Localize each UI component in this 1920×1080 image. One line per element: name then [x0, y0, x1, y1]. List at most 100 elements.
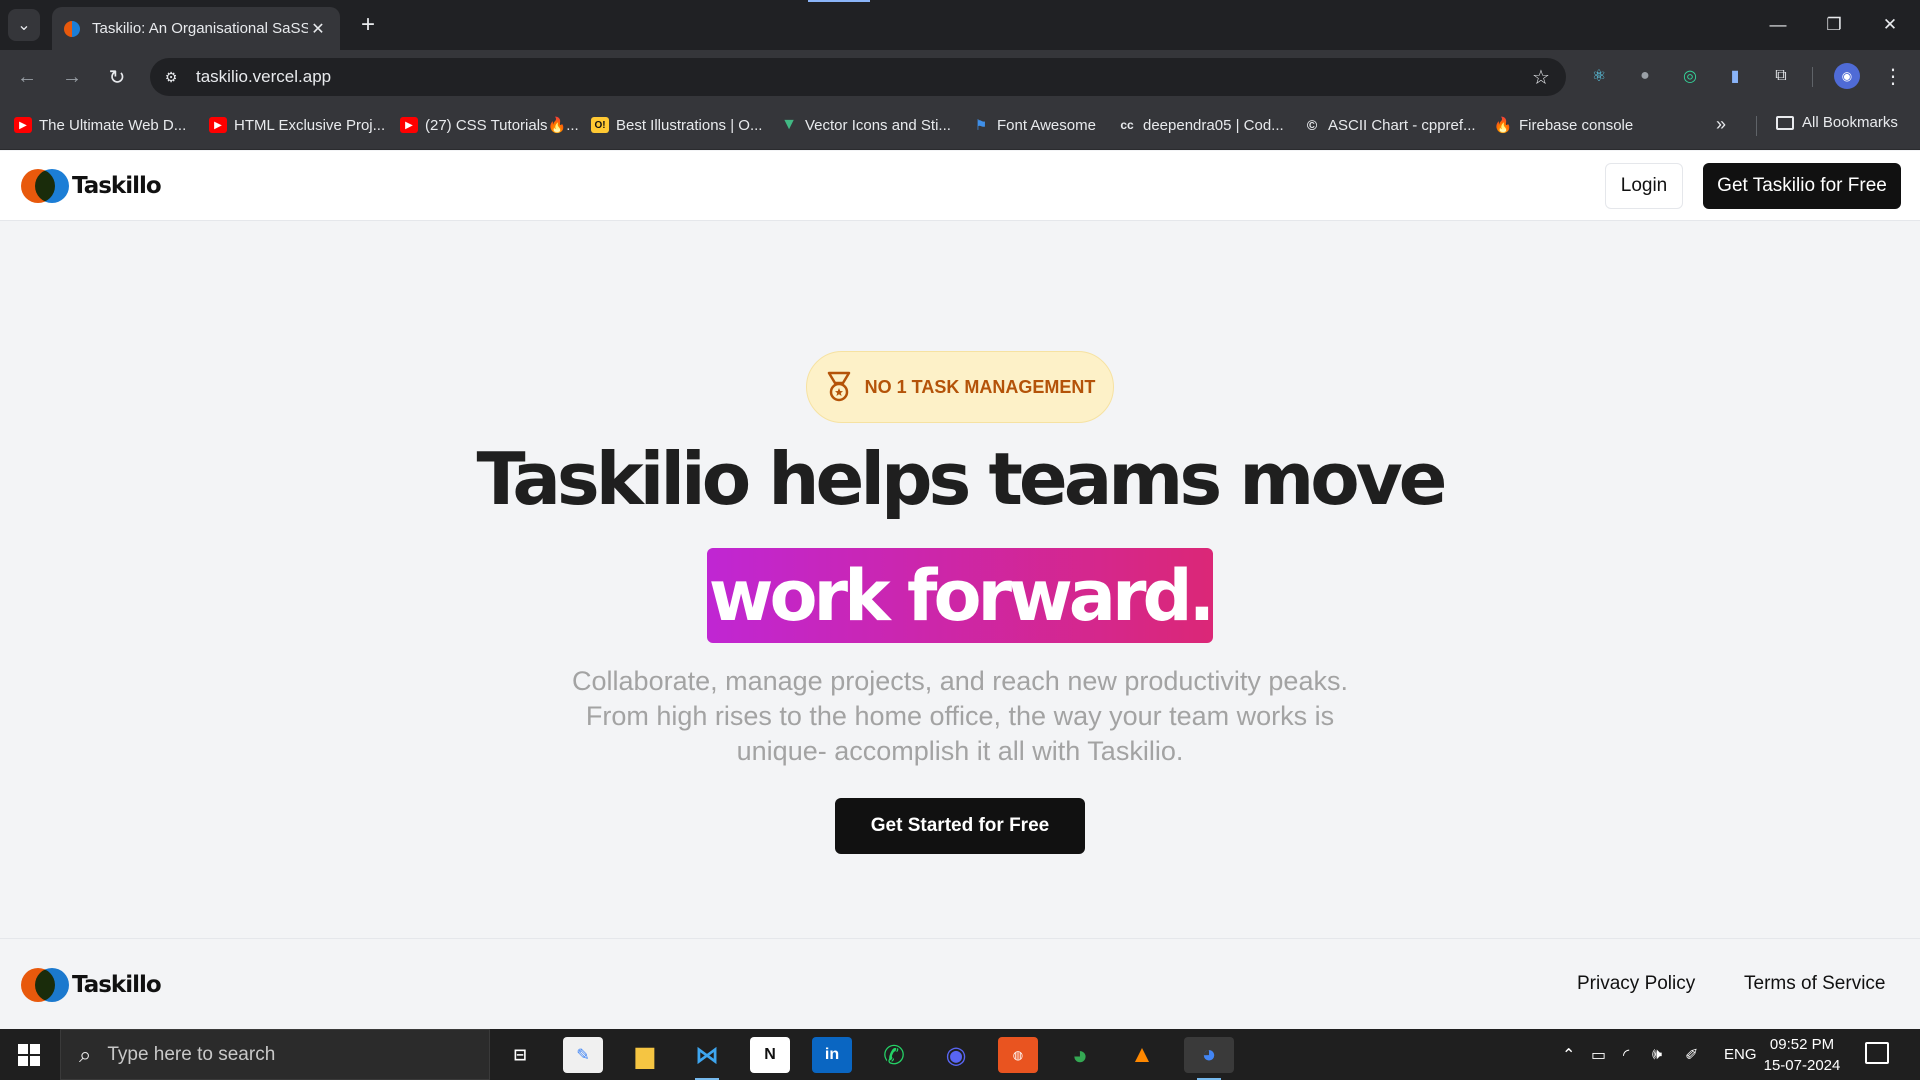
bookmark-label: Best Illustrations | O...	[616, 116, 763, 134]
volume-icon[interactable]: 🕪	[1652, 1029, 1662, 1080]
url-text[interactable]: taskilio.vercel.app	[196, 67, 1524, 87]
subtext-line: From high rises to the home office, the …	[585, 701, 1335, 731]
clock-time: 09:52 PM	[1769, 1036, 1835, 1053]
terms-of-service-link[interactable]: Terms of Service	[1744, 973, 1885, 995]
minimize-icon[interactable]: —	[1756, 8, 1800, 42]
ubuntu-icon[interactable]: ◍	[998, 1037, 1038, 1073]
whatsapp-icon[interactable]: ✆	[874, 1037, 914, 1073]
logo-text: Taskillo	[72, 972, 162, 998]
bookmark-item[interactable]: O! Best Illustrations | O...	[591, 114, 762, 136]
window-close-icon[interactable]: ✕	[1868, 8, 1912, 42]
folder-icon	[1776, 115, 1794, 130]
site-footer: Taskillo Privacy Policy Terms of Service	[0, 938, 1920, 1029]
bookmark-label: The Ultimate Web D...	[39, 116, 187, 134]
pen-icon[interactable]: ✐	[1685, 1029, 1698, 1080]
extension-docs-icon[interactable]: ▮	[1722, 63, 1748, 89]
extension-target-icon[interactable]: ◎	[1677, 63, 1703, 89]
browser-tab-active[interactable]: Taskilio: An Organisational SaSS ✕	[52, 7, 340, 50]
site-logo[interactable]: Taskillo	[21, 169, 162, 203]
site-info-tune-icon[interactable]: ⚙	[154, 60, 188, 94]
bookmark-label: (27) CSS Tutorials🔥...	[425, 117, 579, 134]
bookmark-label: HTML Exclusive Proj...	[234, 116, 386, 134]
login-button[interactable]: Login	[1605, 163, 1683, 209]
web-page: Taskillo Login Get Taskilio for Free NO …	[0, 151, 1920, 1029]
vlc-icon[interactable]: ▲	[1122, 1037, 1162, 1073]
show-hidden-icons-chevron-icon[interactable]: ⌃	[1562, 1029, 1575, 1080]
bookmark-label: Firebase console	[1519, 116, 1634, 134]
language-indicator[interactable]: ENG	[1724, 1029, 1757, 1080]
profile-avatar-icon[interactable]: ◉	[1834, 63, 1860, 89]
system-clock[interactable]: 09:52 PM 15-07-2024	[1762, 1034, 1842, 1076]
badge-label: NO 1 TASK MANAGEMENT	[864, 376, 1096, 397]
bookmark-label: Vector Icons and Sti...	[805, 116, 951, 134]
bookmarks-bar: ▶ The Ultimate Web D... ▶ HTML Exclusive…	[0, 100, 1920, 150]
bookmark-label: Font Awesome	[997, 116, 1096, 134]
cppreference-icon: ©	[1306, 117, 1318, 133]
bookmark-label: deependra05 | Cod...	[1143, 116, 1284, 134]
file-explorer-icon[interactable]: ▆	[625, 1037, 665, 1073]
privacy-policy-link[interactable]: Privacy Policy	[1577, 973, 1695, 995]
tab-search-chevron-icon[interactable]: ⌄	[8, 9, 40, 41]
browser-toolbar: ← → ↻ ⚙ taskilio.vercel.app ☆ ⚛ ● ◎ ▮ ⧉ …	[0, 50, 1920, 100]
bookmark-item[interactable]: cc deependra05 | Cod...	[1118, 114, 1284, 136]
search-icon: ⌕	[79, 1041, 92, 1067]
notion-icon[interactable]: N	[750, 1037, 790, 1073]
hero-headline: Taskilio helps teams move	[476, 437, 1448, 521]
taskbar-search-box[interactable]: ⌕ Type here to search	[60, 1029, 490, 1080]
new-tab-plus-icon[interactable]: +	[354, 11, 382, 39]
task-view-icon[interactable]: ⊟	[500, 1037, 540, 1073]
search-placeholder: Type here to search	[107, 1043, 276, 1065]
vscode-icon[interactable]: ⋈	[687, 1037, 727, 1080]
extensions-puzzle-icon[interactable]: ⧉	[1768, 63, 1794, 89]
address-bar[interactable]: ⚙ taskilio.vercel.app ☆	[150, 58, 1566, 96]
firebase-icon: 🔥	[1493, 117, 1513, 134]
get-taskilio-free-button[interactable]: Get Taskilio for Free	[1703, 163, 1901, 209]
hero-badge: NO 1 TASK MANAGEMENT	[806, 351, 1114, 423]
bookmark-item[interactable]: 🔥 Firebase console	[1493, 114, 1634, 136]
chrome-active-icon[interactable]: ◕	[1184, 1037, 1234, 1080]
linkedin-icon[interactable]: in	[812, 1037, 852, 1073]
all-bookmarks-label: All Bookmarks	[1802, 114, 1898, 131]
footer-logo[interactable]: Taskillo	[21, 968, 162, 1002]
bookmark-star-icon[interactable]: ☆	[1524, 60, 1558, 94]
reload-icon[interactable]: ↻	[100, 60, 134, 94]
clock-date: 15-07-2024	[1763, 1057, 1841, 1074]
forward-arrow-icon[interactable]: →	[55, 60, 89, 94]
bookmarks-separator	[1756, 116, 1757, 136]
bookmark-label: ASCII Chart - cppref...	[1328, 116, 1476, 134]
app-icon-feather[interactable]: ✎	[563, 1037, 603, 1073]
bookmark-item[interactable]: © ASCII Chart - cppref...	[1303, 114, 1476, 136]
browser-tab-strip: ⌄ Taskilio: An Organisational SaSS ✕ + —…	[0, 0, 1920, 50]
get-started-button[interactable]: Get Started for Free	[835, 798, 1085, 854]
bookmark-item[interactable]: ⚑ Font Awesome	[972, 114, 1096, 136]
bookmark-item[interactable]: ▶ The Ultimate Web D...	[14, 114, 186, 136]
logo-circles-icon	[21, 169, 69, 203]
restore-icon[interactable]: ❐	[1812, 8, 1856, 42]
discord-icon[interactable]: ◉	[936, 1037, 976, 1073]
more-bookmarks-chevron-icon[interactable]: »	[1716, 114, 1726, 135]
bookmark-item[interactable]: ▶ (27) CSS Tutorials🔥...	[400, 114, 579, 136]
windows-taskbar: ⌕ Type here to search ⊟ ✎ ▆ ⋈ N in ✆ ◉ ◍…	[0, 1029, 1920, 1080]
vue-icon: ▼	[781, 116, 797, 133]
flag-icon: ⚑	[974, 116, 988, 133]
browser-menu-icon[interactable]: ⋮	[1880, 62, 1906, 90]
cc-icon: cc	[1120, 118, 1134, 132]
battery-icon[interactable]: ▭	[1591, 1029, 1606, 1080]
all-bookmarks-button[interactable]: All Bookmarks	[1776, 114, 1898, 131]
bookmark-item[interactable]: ▶ HTML Exclusive Proj...	[209, 114, 385, 136]
youtube-icon: ▶	[209, 117, 227, 133]
tab-title: Taskilio: An Organisational SaSS	[92, 20, 308, 37]
react-devtools-extension-icon[interactable]: ⚛	[1586, 63, 1612, 89]
back-arrow-icon[interactable]: ←	[10, 60, 44, 94]
notification-center-icon[interactable]	[1865, 1042, 1889, 1064]
extension-gray-icon[interactable]: ●	[1632, 63, 1658, 89]
bookmark-item[interactable]: ▼ Vector Icons and Sti...	[780, 114, 951, 136]
chrome-icon[interactable]: ◕	[1060, 1037, 1100, 1073]
subtext-line: Collaborate, manage projects, and reach …	[572, 666, 1348, 696]
logo-text: Taskillo	[72, 173, 162, 199]
start-button[interactable]	[0, 1029, 58, 1080]
logo-circles-icon	[21, 968, 69, 1002]
tab-close-icon[interactable]: ✕	[308, 19, 328, 39]
taskilio-favicon-icon	[64, 20, 80, 37]
wifi-icon[interactable]: ◜	[1623, 1029, 1629, 1080]
